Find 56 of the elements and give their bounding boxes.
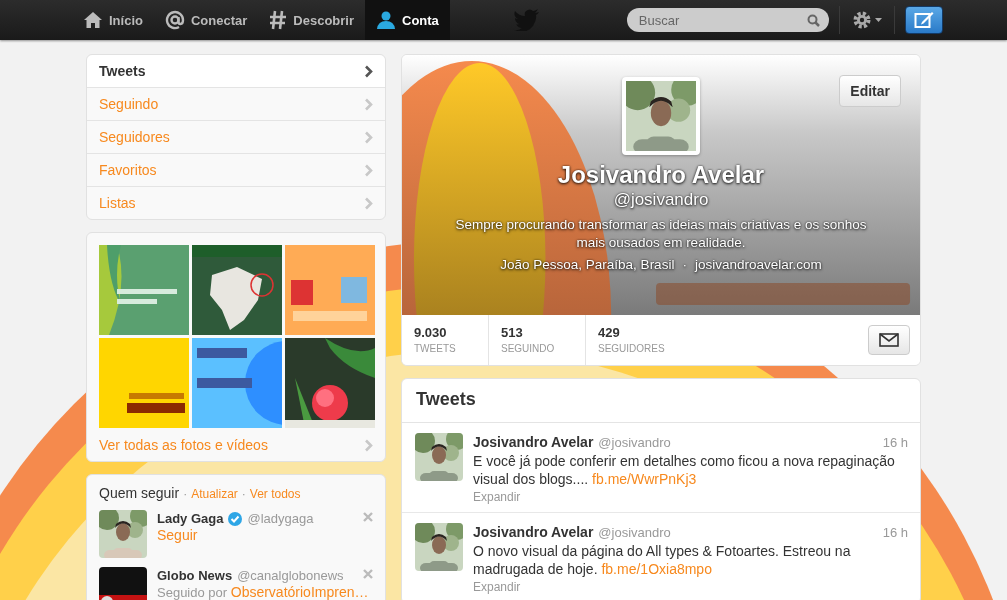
compose-icon (913, 11, 934, 29)
hash-icon (269, 10, 288, 30)
tweet-text: E você já pode conferir em detalhes como ficou a nova repaginação visual dos blogs.... fb.me/WwrPnKj3 (473, 452, 896, 488)
user-handle: @ladygaga (247, 510, 314, 527)
photos-link[interactable]: Ver todas as fotos e vídeos (99, 437, 268, 453)
compose-button[interactable] (904, 6, 943, 34)
tweet-link[interactable]: fb.me/WwrPnKj3 (592, 471, 697, 487)
tweet-text: O novo visual da página do All types & Fotoartes. Estreou na madrugada de hoje. fb.me/1Oxia8mpo (473, 542, 852, 578)
stat-item[interactable]: 429 SEGUIDORES (586, 315, 677, 365)
stat-item[interactable]: 9.030 TWEETS (402, 315, 489, 365)
header-link[interactable]: Ver todos (249, 487, 301, 501)
user-handle: @josivandro (598, 434, 671, 452)
sidebar-item[interactable]: Listas (87, 187, 385, 219)
tweet-time[interactable]: 16 h (882, 524, 908, 542)
header-link[interactable]: Atualizar (191, 487, 238, 501)
follow-link[interactable]: Seguir (157, 527, 314, 544)
user-name[interactable]: Josivandro Avelar (473, 433, 594, 451)
section-title: Tweets (402, 379, 920, 423)
user-name[interactable]: Josivandro Avelar (473, 523, 594, 541)
sidebar-item[interactable]: Seguindo (87, 88, 385, 121)
caret-icon (874, 18, 882, 22)
envelope-icon (879, 333, 899, 347)
user-name[interactable]: Globo News (157, 567, 233, 584)
nav-tab[interactable]: Início (72, 0, 154, 40)
sidebar-item[interactable]: Seguidores (87, 121, 385, 154)
nav-tab[interactable]: Descobrir (258, 0, 365, 40)
user-handle: @josivandro (598, 524, 671, 542)
nav-tab[interactable]: Conectar (153, 0, 259, 40)
at-sign-icon (164, 10, 185, 30)
user-handle: @canalglobonews (237, 567, 344, 584)
chevron-icon (364, 97, 373, 111)
message-button[interactable] (868, 325, 910, 355)
section-title: Quem seguir (99, 485, 180, 501)
chevron-icon (364, 64, 373, 78)
sidebar-item[interactable]: Favoritos (87, 154, 385, 187)
search-field[interactable]: Buscar (626, 8, 829, 32)
person-icon (376, 11, 396, 29)
sidebar-item[interactable]: Tweets (87, 55, 385, 88)
separator-dot: · (241, 487, 246, 501)
stat-item[interactable]: 513 SEGUINDO (489, 315, 586, 365)
user-link[interactable]: ObservatórioImpren… (230, 584, 369, 600)
settings-icon (851, 10, 872, 30)
followed-by-label: Seguido por (157, 585, 228, 600)
tweet-time[interactable]: 16 h (882, 434, 908, 452)
tweet-link[interactable]: fb.me/1Oxia8mpo (601, 561, 712, 577)
separator-dot: · (183, 487, 188, 501)
chevron-icon (364, 196, 373, 210)
chevron-icon (364, 130, 373, 144)
nav-tab[interactable]: Conta (365, 0, 450, 40)
expand-link[interactable]: Expandir (473, 489, 908, 505)
chevron-icon (364, 438, 373, 452)
home-icon (83, 11, 103, 29)
search-icon (806, 14, 820, 27)
expand-link[interactable]: Expandir (473, 579, 908, 595)
user-name[interactable]: Lady Gaga (157, 510, 224, 527)
chevron-icon (364, 163, 373, 177)
